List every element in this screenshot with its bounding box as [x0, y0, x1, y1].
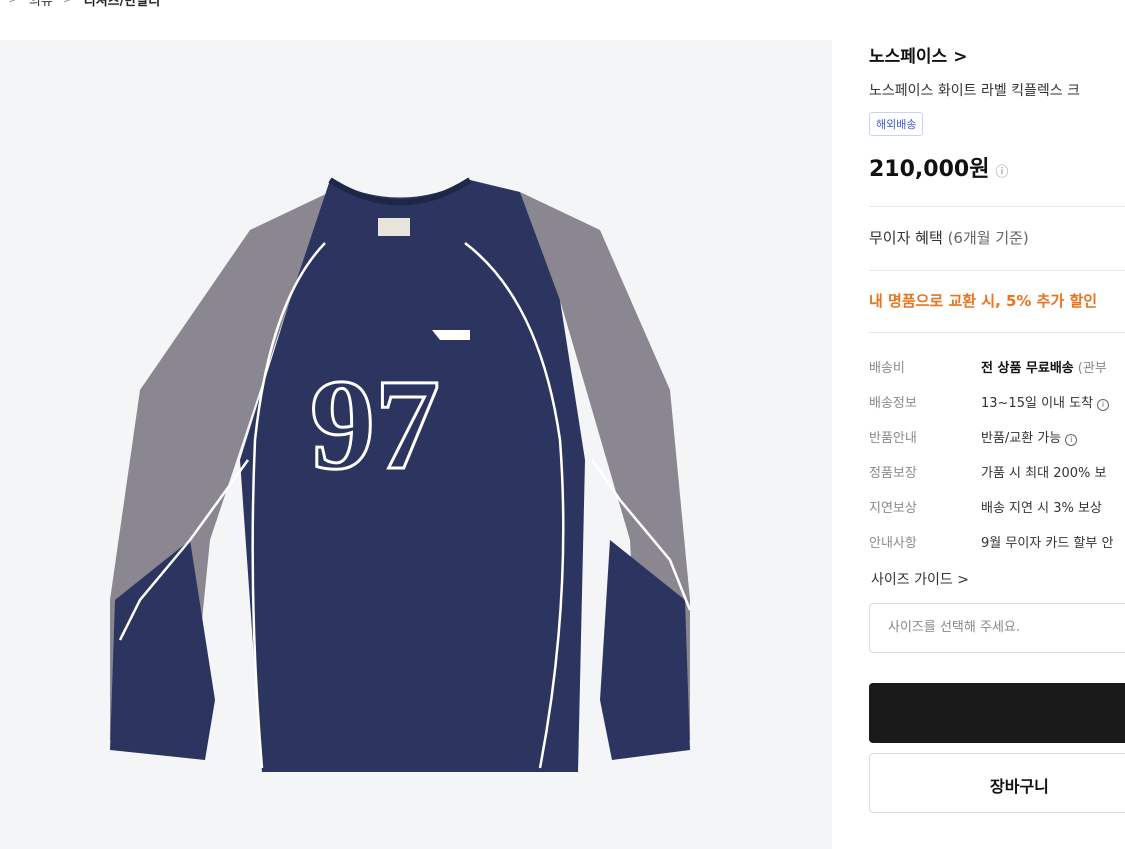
size-select[interactable]: 사이즈를 선택해 주세요. [869, 603, 1125, 653]
info-row-notice: 안내사항 9월 무이자 카드 할부 안 [869, 536, 1114, 551]
chevron-right-icon: > [953, 47, 968, 67]
sweatshirt-illustration: 97 [110, 177, 692, 772]
product-info-panel: 노스페이스 > 노스페이스 화이트 라벨 킥플렉스 크 해외배송 210,000원… [869, 0, 1125, 849]
product-name: 노스페이스 화이트 라벨 킥플렉스 크 [869, 83, 1080, 99]
benefit-info[interactable]: 무이자 혜택 (6개월 기준) [869, 227, 1029, 248]
info-row-authenticity: 정품보장 가품 시 최대 200% 보 [869, 466, 1107, 481]
sweatshirt-number: 97 [310, 353, 440, 497]
size-guide-link[interactable]: 사이즈 가이드 > [871, 569, 969, 589]
breadcrumb-item[interactable]: 의류 [29, 0, 53, 9]
info-row-return: 반품안내 반품/교환 가능 i [869, 427, 1078, 446]
info-row-delay-compensation: 지연보상 배송 지연 시 3% 보상 [869, 501, 1102, 516]
product-image[interactable]: 97 [0, 40, 832, 849]
divider [869, 332, 1125, 333]
cart-button[interactable]: 장바구니 [869, 753, 1125, 813]
chevron-right-icon: > [957, 572, 969, 588]
info-row-shipping-fee: 배송비 전 상품 무료배송 (관부 [869, 361, 1107, 376]
info-circle-icon[interactable]: i [1065, 434, 1078, 446]
chevron-right-icon: > [8, 0, 19, 7]
info-row-shipping-info: 배송정보 13~15일 이내 도착 i [869, 392, 1110, 411]
divider [869, 206, 1125, 207]
price: 210,000원 ⓘ [869, 157, 1009, 182]
buy-button[interactable] [869, 683, 1125, 743]
breadcrumb-item[interactable]: 티셔츠/반팔티 [84, 0, 161, 9]
promo-text[interactable]: 내 명품으로 교환 시, 5% 추가 할인 [869, 290, 1097, 311]
info-circle-icon[interactable]: i [1097, 399, 1110, 411]
breadcrumb: > 의류 > 티셔츠/반팔티 [8, 0, 160, 9]
chevron-right-icon: > [63, 0, 74, 7]
shipping-tag: 해외배송 [869, 112, 924, 136]
divider [869, 270, 1125, 271]
info-circle-icon[interactable]: ⓘ [995, 165, 1008, 180]
brand-link[interactable]: 노스페이스 > [869, 42, 967, 67]
